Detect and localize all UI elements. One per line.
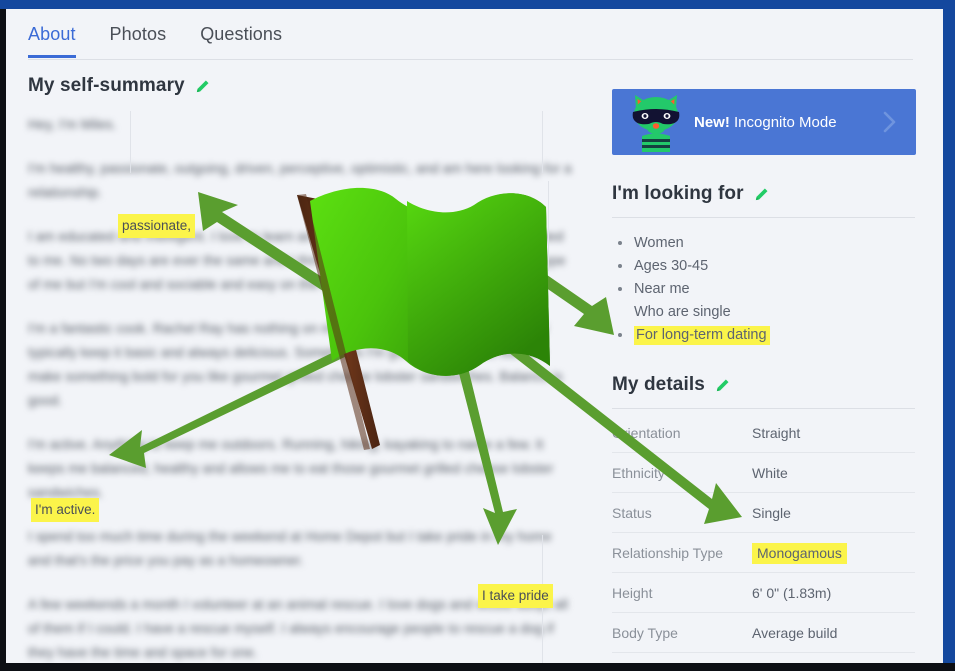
detail-label: Ethnicity: [612, 464, 665, 481]
self-summary-paragraph: I'm healthy, passionate, outgoing, drive…: [28, 161, 572, 200]
detail-value: 6' 0" (1.83m): [752, 584, 832, 601]
self-summary-paragraph: I am educated and intelligent. I love to…: [28, 229, 566, 292]
looking-for-value-highlighted: For long-term dating: [634, 326, 770, 345]
pencil-icon[interactable]: [754, 187, 769, 202]
tab-photos[interactable]: Photos: [110, 24, 167, 58]
looking-for-title: I'm looking for: [612, 183, 744, 204]
pencil-icon[interactable]: [715, 378, 730, 393]
table-row: Status Single: [612, 493, 915, 533]
highlight-i-take-pride: I take pride: [478, 584, 553, 608]
table-row: Relationship Type Monogamous: [612, 533, 915, 573]
table-row: Body Type Average build: [612, 613, 915, 653]
highlight-im-active: I'm active.: [31, 498, 100, 522]
my-details-section: My details Orientation Straight Ethnicit…: [612, 374, 922, 653]
looking-for-list: Women Ages 30-45 Near me Who are single …: [612, 232, 922, 346]
table-row: Orientation Straight: [612, 413, 915, 453]
window-frame-bottom: [0, 663, 955, 671]
list-item: Near me: [612, 278, 922, 300]
my-details-title: My details: [612, 374, 705, 395]
looking-for-section: I'm looking for Women Ages 30-45 Near me…: [612, 183, 922, 346]
detail-label: Body Type: [612, 624, 678, 641]
raccoon-mascot-icon: [632, 95, 680, 152]
detail-value: Single: [752, 504, 791, 521]
profile-sidebar: New! Incognito Mode I'm looking for Wome…: [612, 89, 922, 653]
page-title: My self-summary: [28, 75, 185, 96]
looking-for-divider: [612, 217, 915, 218]
chevron-right-icon: [883, 111, 896, 133]
profile-tabbar: About Photos Questions: [6, 9, 943, 60]
self-summary-paragraph: I'm a fantastic cook. Rachel Ray has not…: [28, 321, 563, 408]
highlight-passionate: passionate,: [118, 214, 196, 238]
looking-for-value: Near me: [634, 281, 690, 297]
self-summary-paragraph: I'm active. Anything to keep me outdoors…: [28, 437, 554, 500]
my-details-header: My details: [612, 374, 922, 396]
tab-list: About Photos Questions: [28, 24, 282, 58]
profile-page: About Photos Questions My self-summary H…: [6, 9, 943, 663]
window-frame-top: [0, 0, 955, 9]
incognito-new-badge: New!: [694, 113, 730, 131]
tab-questions[interactable]: Questions: [200, 24, 282, 58]
self-summary-header: My self-summary: [28, 75, 578, 97]
list-item: Women: [612, 232, 922, 254]
incognito-banner-text: New! Incognito Mode: [694, 114, 837, 131]
screenshot-root: About Photos Questions My self-summary H…: [0, 0, 955, 671]
looking-for-value: Women: [634, 235, 684, 251]
tab-about[interactable]: About: [28, 24, 76, 58]
table-row: Ethnicity White: [612, 453, 915, 493]
self-summary-paragraph: I spend too much time during the weekend…: [28, 529, 552, 568]
looking-for-value: Who are single: [634, 304, 731, 320]
detail-value: Monogamous: [752, 542, 847, 564]
tabbar-divider: [28, 59, 913, 60]
detail-value-highlighted: Monogamous: [752, 542, 847, 564]
table-row: Height 6' 0" (1.83m): [612, 573, 915, 613]
column-rule-a: [542, 111, 543, 173]
detail-value: Straight: [752, 424, 801, 441]
looking-for-header: I'm looking for: [612, 183, 922, 205]
self-summary-section: My self-summary Hey, I'm Miles. I'm heal…: [28, 75, 578, 663]
self-summary-paragraph: Hey, I'm Miles.: [28, 117, 117, 132]
detail-label: Orientation: [612, 424, 681, 441]
list-item: For long-term dating: [612, 324, 922, 346]
detail-label: Height: [612, 584, 653, 601]
detail-label: Status: [612, 504, 652, 521]
window-frame-right: [943, 9, 955, 663]
list-item: Who are single: [612, 301, 922, 323]
pencil-icon[interactable]: [195, 79, 210, 94]
column-rule-c: [548, 181, 549, 271]
column-rule-b: [130, 111, 131, 173]
detail-value: Average build: [752, 624, 838, 641]
list-item: Ages 30-45: [612, 255, 922, 277]
incognito-mode-banner[interactable]: New! Incognito Mode: [612, 89, 916, 155]
incognito-label: Incognito Mode: [734, 113, 837, 131]
detail-value: White: [752, 464, 788, 481]
looking-for-value: Ages 30-45: [634, 258, 709, 274]
my-details-table: Orientation Straight Ethnicity White Sta…: [612, 413, 915, 653]
my-details-divider: [612, 408, 915, 409]
detail-label: Relationship Type: [612, 544, 724, 561]
